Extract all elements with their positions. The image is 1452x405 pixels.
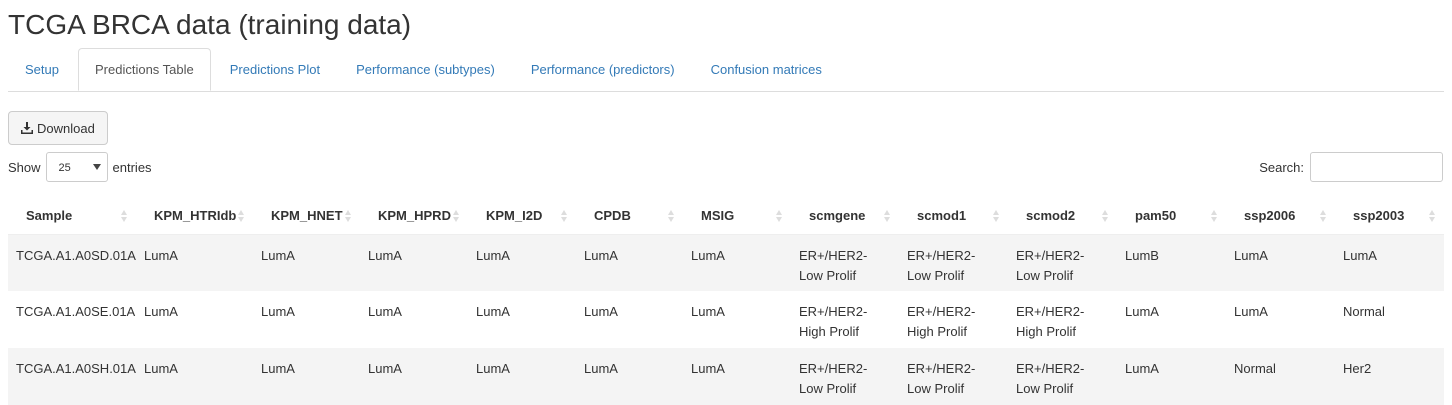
table-cell: LumA [261,361,295,376]
table-cell: LumA [144,304,178,319]
table-cell: ER+/HER2- Low Prolif [1016,361,1085,396]
search-control: Search: [1259,152,1443,182]
table-cell: TCGA.A1.A0SD.01A [16,247,136,263]
sort-icon [238,210,245,222]
table-row: TCGA.A1.A0SD.01A LumA LumA LumA LumA Lum… [8,234,1444,291]
sort-icon [1211,210,1218,222]
table-cell: LumA [144,247,178,263]
column-header[interactable]: KPM_HNET [253,197,360,235]
chevron-down-icon [92,164,101,170]
table-row: TCGA.A1.A0SH.01A LumA LumA LumA LumA Lum… [8,348,1444,405]
sort-icon [668,210,675,222]
sort-icon [561,210,568,222]
table-cell: LumA [1125,304,1159,319]
column-header[interactable]: CPDB [576,197,683,235]
table-cell: LumA [584,304,618,319]
sort-icon [1429,210,1436,222]
table-cell: LumA [1343,247,1377,263]
column-header[interactable]: ssp2006 [1226,197,1335,235]
table-cell: LumA [584,247,618,263]
column-header[interactable]: ssp2003 [1335,197,1444,235]
table-cell: LumA [1125,361,1159,376]
table-cell: LumA [261,304,295,319]
entries-select[interactable]: 25 [45,152,108,182]
table-cell: ER+/HER2- High Prolif [799,304,868,339]
table-row: TCGA.A1.A0SE.01A LumA LumA LumA LumA Lum… [8,291,1444,348]
table-cell: LumA [1234,304,1268,319]
download-button[interactable]: Download [8,111,108,145]
length-control: Show 25 entries [8,152,152,182]
entries-select-value: 25 [58,162,71,174]
column-header[interactable]: KPM_I2D [468,197,576,235]
tab-predictions-plot[interactable]: Predictions Plot [213,48,337,90]
table-cell: ER+/HER2- Low Prolif [799,361,868,396]
column-header[interactable]: pam50 [1117,197,1226,235]
tab-confusion-matrices[interactable]: Confusion matrices [694,48,839,90]
sort-icon [121,210,128,222]
show-label: Show [8,159,41,175]
page-title: TCGA BRCA data (training data) [8,9,412,40]
table-controls: Show 25 entries Search: [8,151,1444,183]
table-cell: LumA [1234,247,1268,263]
column-header[interactable]: scmod1 [899,197,1008,235]
table-cell: LumA [476,304,510,319]
column-header[interactable]: scmgene [791,197,899,235]
table-cell: TCGA.A1.A0SE.01A [16,304,136,319]
sort-icon [776,210,783,222]
column-header[interactable]: KPM_HTRIdb [136,197,253,235]
column-header[interactable]: scmod2 [1008,197,1117,235]
table-cell: ER+/HER2- Low Prolif [799,247,868,283]
sort-icon [993,210,1000,222]
table-cell: LumA [368,304,402,319]
table-cell: LumA [691,361,725,376]
table-cell: LumA [368,361,402,376]
table-cell: LumA [144,361,178,376]
column-header[interactable]: KPM_HPRD [360,197,468,235]
table-cell: ER+/HER2- High Prolif [907,304,976,339]
sort-icon [884,210,891,222]
entries-label: entries [112,159,152,175]
table-cell: Normal [1234,361,1276,376]
table-cell: ER+/HER2- Low Prolif [907,361,976,396]
table-cell: LumA [584,361,618,376]
table-cell: LumA [691,247,725,263]
table-header-row: Sample KPM_HTRIdb KPM_HNET KPM_HPRD KPM_… [8,197,1444,235]
download-label: Download [37,120,95,136]
table-cell: ER+/HER2- Low Prolif [907,247,976,283]
download-row: Download [8,111,1444,147]
tab-bar: Setup Predictions Table Predictions Plot… [8,48,1444,92]
tab-predictions-table[interactable]: Predictions Table [77,48,211,91]
table-cell: Normal [1343,304,1385,319]
table-cell: TCGA.A1.A0SH.01A [16,361,136,376]
sort-icon [1102,210,1109,222]
tab-setup[interactable]: Setup [8,48,76,90]
table-cell: LumA [476,361,510,376]
table-cell: LumA [476,247,510,263]
sort-icon [345,210,352,222]
search-label: Search: [1259,159,1304,175]
column-header[interactable]: MSIG [683,197,791,235]
tab-performance-subtypes[interactable]: Performance (subtypes) [339,48,512,90]
sort-icon [453,210,460,222]
table-cell: ER+/HER2- High Prolif [1016,304,1085,339]
column-header[interactable]: Sample [8,197,136,235]
table-cell: Her2 [1343,361,1372,376]
table-cell: ER+/HER2- Low Prolif [1016,247,1085,283]
table-cell: LumA [368,247,402,263]
page: TCGA BRCA data (training data) Setup Pre… [0,0,1452,405]
table-cell: LumA [691,304,725,319]
search-input[interactable] [1310,152,1443,182]
download-icon [21,122,33,134]
table-cell: LumA [261,247,295,263]
tab-performance-predictors[interactable]: Performance (predictors) [514,48,692,90]
predictions-table: Sample KPM_HTRIdb KPM_HNET KPM_HPRD KPM_… [8,197,1444,405]
table-cell: LumB [1125,247,1159,263]
sort-icon [1320,210,1327,222]
